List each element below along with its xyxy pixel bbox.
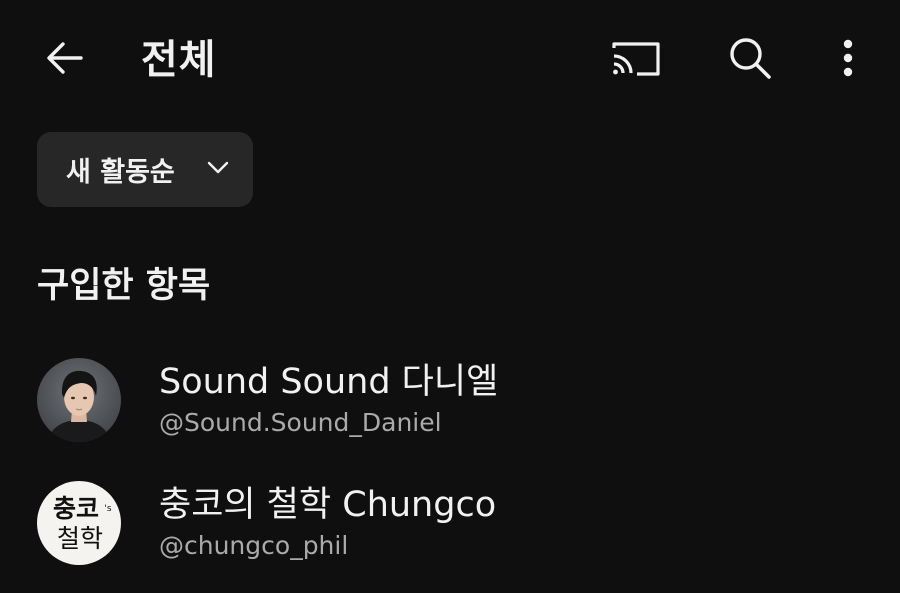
top-app-bar: 전체 [0,0,900,120]
more-vert-icon [843,39,853,77]
channel-avatar [37,358,121,442]
cast-icon [612,42,660,76]
chevron-down-icon [207,161,229,174]
sort-dropdown[interactable]: 새 활동순 [37,132,253,207]
logo: 충코 's 철학 [37,481,121,565]
channel-name: 충코의 철학 Chungco [159,485,497,525]
channel-list-item[interactable]: 충코 's 철학 충코의 철학 Chungco @chungco_phil [0,465,900,575]
page-title: 전체 [141,37,217,83]
arrow-left-icon [47,42,83,74]
search-button[interactable] [720,28,780,88]
channel-handle: @chungco_phil [159,531,349,560]
profile-photo [37,358,121,442]
channel-list-item[interactable]: Sound Sound 다니엘 @Sound.Sound_Daniel [0,344,900,454]
cast-button[interactable] [606,28,666,88]
channel-name: Sound Sound 다니엘 [159,362,499,402]
channel-avatar: 충코 's 철학 [37,481,121,565]
svg-text:철학: 철학 [57,524,103,553]
more-options-button[interactable] [818,28,878,88]
back-button[interactable] [35,28,95,88]
svg-text:충코: 충코 [53,494,99,523]
sort-label: 새 활동순 [66,157,175,188]
section-title: 구입한 항목 [37,266,211,306]
channel-handle: @Sound.Sound_Daniel [159,408,442,437]
svg-text:'s: 's [104,504,111,514]
search-icon [730,38,771,79]
